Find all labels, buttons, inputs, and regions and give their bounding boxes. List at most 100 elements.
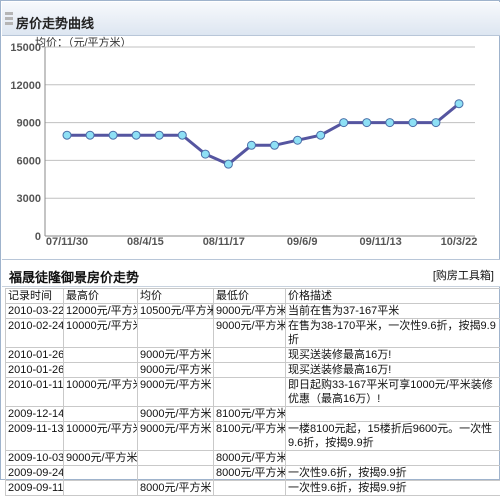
- cell-highest-price: 10000元/平方米: [64, 319, 138, 348]
- data-point: [63, 131, 71, 139]
- cell-lowest-price: 8100元/平方米: [214, 407, 286, 422]
- data-point: [294, 136, 302, 144]
- cell-price-description: [286, 451, 500, 466]
- x-tick-label: 07/11/30: [46, 236, 88, 248]
- cell-lowest-price: 9000元/平方米: [214, 319, 286, 348]
- cell-record-date: 2010-01-11: [6, 378, 64, 407]
- y-tick-label: 12000: [10, 80, 41, 92]
- cell-lowest-price: 9000元/平方米: [214, 304, 286, 319]
- tool-link[interactable]: [购房工具箱]: [433, 267, 494, 283]
- cell-record-date: 2009-09-11: [6, 481, 64, 496]
- cell-record-date: 2010-01-26: [6, 348, 64, 363]
- cell-average-price: 8000元/平方米: [138, 481, 214, 496]
- table-header-row: 记录时间最高价均价最低价价格描述: [6, 289, 500, 304]
- cell-average-price: 9000元/平方米: [138, 363, 214, 378]
- cell-average-price: 9000元/平方米: [138, 407, 214, 422]
- cell-record-date: 2009-10-03: [6, 451, 64, 466]
- cell-highest-price: [64, 481, 138, 496]
- data-point: [201, 150, 209, 158]
- y-tick-label: 3000: [17, 193, 41, 205]
- column-header-record-date: 记录时间: [6, 289, 64, 304]
- cell-average-price: 9000元/平方米: [138, 422, 214, 451]
- table-row: 2009-09-11 8000元/平方米 一次性9.6折，按揭9.9折: [6, 481, 500, 496]
- y-tick-label: 0: [35, 231, 41, 243]
- table-row: 2010-01-26 9000元/平方米 现买送装修最高16万!: [6, 348, 500, 363]
- list-icon: [5, 12, 13, 26]
- data-point: [340, 119, 348, 127]
- cell-average-price: [138, 466, 214, 481]
- panel-title: 房价走势曲线: [16, 13, 94, 32]
- cell-average-price: [138, 319, 214, 348]
- x-tick-label: 09/6/9: [287, 236, 318, 248]
- cell-record-date: 2009-12-14: [6, 407, 64, 422]
- cell-highest-price: [64, 363, 138, 378]
- cell-average-price: 10500元/平方米: [138, 304, 214, 319]
- table-title: 福晟徒隆御景房价走势: [9, 267, 139, 286]
- cell-record-date: 2010-01-26: [6, 363, 64, 378]
- cell-record-date: 2009-09-24: [6, 466, 64, 481]
- y-tick-label: 6000: [17, 155, 41, 167]
- cell-price-description: 现买送装修最高16万!: [286, 363, 500, 378]
- cell-price-description: [286, 407, 500, 422]
- cell-highest-price: [64, 466, 138, 481]
- cell-average-price: 9000元/平方米: [138, 378, 214, 407]
- cell-record-date: 2009-11-13: [6, 422, 64, 451]
- house-price-panel: 房价走势曲线 均价：（元/平方米） 0300060009000120001500…: [0, 0, 500, 480]
- cell-price-description: 在售为38-170平米，一次性9.6折，按揭9.9折: [286, 319, 500, 348]
- cell-average-price: 9000元/平方米: [138, 348, 214, 363]
- data-point: [409, 119, 417, 127]
- panel-header: 房价走势曲线: [2, 2, 500, 36]
- data-point: [247, 141, 255, 149]
- x-tick-label: 10/3/22: [441, 236, 478, 248]
- price-trend-chart: 0 3000 6000 9000 12000 15000 07/11/30 08/4/15 0…: [1, 39, 500, 254]
- cell-lowest-price: 8100元/平方米: [214, 422, 286, 451]
- table-row: 2010-02-2410000元/平方米9000元/平方米在售为38-170平米…: [6, 319, 500, 348]
- cell-price-description: 一次性9.6折，按揭9.9折: [286, 466, 500, 481]
- cell-highest-price: [64, 407, 138, 422]
- data-point: [132, 131, 140, 139]
- data-point: [455, 100, 463, 108]
- data-point: [317, 131, 325, 139]
- column-header-average-price: 均价: [138, 289, 214, 304]
- data-point: [86, 131, 94, 139]
- table-header-bar: 福晟徒隆御景房价走势 [购房工具箱]: [2, 259, 500, 287]
- data-point: [109, 131, 117, 139]
- cell-highest-price: 12000元/平方米: [64, 304, 138, 319]
- y-tick-label: 9000: [17, 118, 41, 130]
- x-tick-label: 08/4/15: [127, 236, 164, 248]
- cell-lowest-price: [214, 363, 286, 378]
- table-row: 2009-11-1310000元/平方米9000元/平方米8100元/平方米一楼…: [6, 422, 500, 451]
- column-header-price-description: 价格描述: [286, 289, 500, 304]
- cell-price-description: 现买送装修最高16万!: [286, 348, 500, 363]
- data-point: [155, 131, 163, 139]
- x-tick-label: 08/11/17: [203, 236, 245, 248]
- x-tick-label: 09/11/13: [359, 236, 401, 248]
- cell-record-date: 2010-03-22: [6, 304, 64, 319]
- y-tick-label: 15000: [10, 42, 41, 54]
- data-point: [432, 119, 440, 127]
- cell-lowest-price: [214, 348, 286, 363]
- data-point: [386, 119, 394, 127]
- cell-highest-price: 9000元/平方米: [64, 451, 138, 466]
- table-row: 2009-10-039000元/平方米8000元/平方米: [6, 451, 500, 466]
- column-header-lowest-price: 最低价: [214, 289, 286, 304]
- cell-highest-price: 10000元/平方米: [64, 422, 138, 451]
- column-header-highest-price: 最高价: [64, 289, 138, 304]
- cell-price-description: 当前在售为37-167平米: [286, 304, 500, 319]
- table-row: 2010-01-26 9000元/平方米 现买送装修最高16万!: [6, 363, 500, 378]
- cell-highest-price: [64, 348, 138, 363]
- price-history-table: 记录时间最高价均价最低价价格描述2010-03-2212000元/平方米1050…: [5, 288, 500, 496]
- data-point: [363, 119, 371, 127]
- table-row: 2010-01-1110000元/平方米9000元/平方米即日起购33-167平…: [6, 378, 500, 407]
- cell-lowest-price: [214, 481, 286, 496]
- cell-price-description: 即日起购33-167平米可享1000元/平米装修优惠（最高16万）!: [286, 378, 500, 407]
- cell-price-description: 一次性9.6折，按揭9.9折: [286, 481, 500, 496]
- table-row: 2009-09-24 8000元/平方米一次性9.6折，按揭9.9折: [6, 466, 500, 481]
- data-point: [224, 160, 232, 168]
- cell-average-price: [138, 451, 214, 466]
- data-point: [178, 131, 186, 139]
- table-row: 2009-12-14 9000元/平方米8100元/平方米: [6, 407, 500, 422]
- table-row: 2010-03-2212000元/平方米10500元/平方米9000元/平方米当…: [6, 304, 500, 319]
- cell-price-description: 一楼8100元起，15楼折后9600元。一次性9.6折，按揭9.9折: [286, 422, 500, 451]
- cell-lowest-price: 8000元/平方米: [214, 466, 286, 481]
